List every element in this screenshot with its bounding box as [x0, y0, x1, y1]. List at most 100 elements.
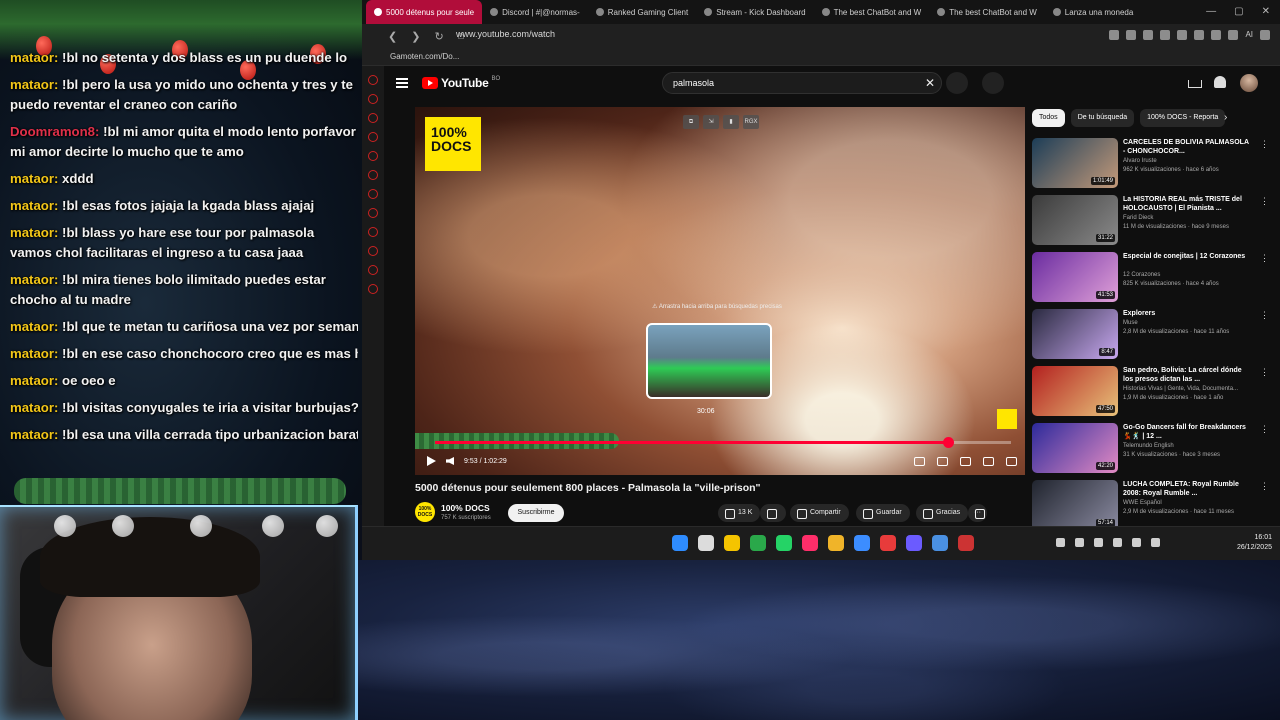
- sidebar-app-icon[interactable]: [368, 208, 378, 218]
- bookmark-item[interactable]: Gamoten.com/Do...: [390, 52, 459, 61]
- like-button[interactable]: 13 K: [718, 504, 761, 522]
- extension-icon[interactable]: [1194, 30, 1205, 40]
- recommended-video[interactable]: 42:20 Go-Go Dancers fall for Breakdancers…: [1032, 423, 1272, 480]
- subtitles-icon[interactable]: [937, 456, 948, 466]
- microphone-icon[interactable]: [982, 72, 1004, 94]
- thanks-button[interactable]: Gracias: [916, 504, 969, 522]
- speaker-icon[interactable]: [1151, 538, 1160, 547]
- more-options-icon[interactable]: ⋮: [1260, 367, 1269, 378]
- taskbar-app-icon[interactable]: [750, 535, 766, 551]
- volume-icon[interactable]: [446, 457, 454, 465]
- browser-tab[interactable]: Ranked Gaming Client: [588, 0, 696, 24]
- taskbar-app-icon[interactable]: [724, 535, 740, 551]
- theater-mode-icon[interactable]: [983, 456, 994, 466]
- share-button[interactable]: Compartir: [790, 504, 849, 522]
- taskbar-app-icon[interactable]: [776, 535, 792, 551]
- profile-icon[interactable]: [1228, 30, 1239, 40]
- sidebar-app-icon[interactable]: [368, 170, 378, 180]
- taskbar-app-icon[interactable]: [854, 535, 870, 551]
- player-tool-button[interactable]: ▮: [723, 115, 739, 129]
- video-thumbnail[interactable]: 1:01:49: [1032, 138, 1118, 188]
- browser-tab[interactable]: 5000 détenus pour seule: [366, 0, 483, 24]
- account-avatar[interactable]: [1240, 74, 1258, 92]
- recommended-video[interactable]: 41:53 Especial de conejitas | 12 Corazone…: [1032, 252, 1272, 309]
- recommended-video[interactable]: 8:47 Explorers Muse 2,8 M de visualizacione…: [1032, 309, 1272, 366]
- keyboard-icon[interactable]: [1094, 538, 1103, 547]
- taskbar-app-icon[interactable]: [906, 535, 922, 551]
- recommended-video[interactable]: 57:14 LUCHA COMPLETA: Royal Rumble 2008: …: [1032, 480, 1272, 526]
- back-icon[interactable]: ❮: [388, 30, 397, 43]
- recommended-channel[interactable]: Historias Vivas | Gente, Vida, Documenta…: [1123, 386, 1238, 392]
- taskbar-app-icon[interactable]: [698, 535, 714, 551]
- minimize-icon[interactable]: —: [1206, 6, 1216, 17]
- search-input[interactable]: palmasola ✕: [662, 72, 942, 94]
- create-upload-icon[interactable]: [1188, 80, 1202, 88]
- sidebar-app-icon[interactable]: [368, 75, 378, 85]
- search-icon[interactable]: [946, 72, 968, 94]
- recommended-title[interactable]: Especial de conejitas | 12 Corazones: [1123, 252, 1251, 261]
- scrubber-handle[interactable]: [942, 437, 954, 448]
- play-icon[interactable]: [427, 456, 436, 466]
- browser-tab[interactable]: The best ChatBot and W: [814, 0, 930, 24]
- fullscreen-icon[interactable]: [1006, 456, 1017, 466]
- progress-bar[interactable]: [435, 437, 1011, 448]
- more-options-icon[interactable]: ⋮: [1260, 310, 1269, 321]
- video-thumbnail[interactable]: 8:47: [1032, 309, 1118, 359]
- recommended-channel[interactable]: Telemundo English: [1123, 443, 1174, 449]
- dislike-button[interactable]: [760, 504, 786, 522]
- recommended-channel[interactable]: 12 Corazones: [1123, 272, 1160, 278]
- ai-button[interactable]: AI: [1245, 30, 1253, 40]
- sidebar-app-icon[interactable]: [368, 284, 378, 294]
- reload-icon[interactable]: ↻: [434, 30, 443, 43]
- filter-chip[interactable]: Todos: [1032, 109, 1065, 127]
- system-clock[interactable]: 16:01 26/12/2025: [1237, 533, 1272, 553]
- player-tool-button[interactable]: ⇲: [703, 115, 719, 129]
- recommended-video[interactable]: 1:01:49 CARCELES DE BOLIVIA PALMASOLA - C…: [1032, 138, 1272, 195]
- sidebar-app-icon[interactable]: [368, 189, 378, 199]
- video-thumbnail[interactable]: 31:22: [1032, 195, 1118, 245]
- player-tool-button[interactable]: RGX: [743, 115, 759, 129]
- recommended-title[interactable]: Explorers: [1123, 309, 1251, 318]
- taskbar-app-icon[interactable]: [672, 535, 688, 551]
- recommended-video[interactable]: 47:50 San pedro, Bolivia: La cárcel dónde…: [1032, 366, 1272, 423]
- recommended-channel[interactable]: WWE Español: [1123, 500, 1162, 506]
- filter-chip[interactable]: 100% DOCS - Reporta: [1140, 109, 1226, 127]
- maximize-icon[interactable]: ▢: [1234, 6, 1243, 17]
- channel-name[interactable]: 100% DOCS: [441, 503, 490, 513]
- wifi-icon[interactable]: [1075, 538, 1084, 547]
- hamburger-menu-icon[interactable]: [396, 78, 408, 88]
- sidebar-app-icon[interactable]: [368, 94, 378, 104]
- recommended-title[interactable]: La HISTORIA REAL más TRISTE del HOLOCAUS…: [1123, 195, 1251, 213]
- notifications-bell-icon[interactable]: [1214, 76, 1226, 88]
- video-thumbnail[interactable]: 42:20: [1032, 423, 1118, 473]
- recommended-channel[interactable]: Alvaro Iruste: [1123, 158, 1157, 164]
- more-options-icon[interactable]: ⋮: [1260, 424, 1269, 435]
- sidebar-app-icon[interactable]: [368, 113, 378, 123]
- taskbar-app-icon[interactable]: [828, 535, 844, 551]
- browser-tab[interactable]: Stream - Kick Dashboard: [696, 0, 813, 24]
- branding-watermark[interactable]: [997, 409, 1017, 429]
- recommended-title[interactable]: CARCELES DE BOLIVIA PALMASOLA - CHONCHOC…: [1123, 138, 1251, 156]
- video-thumbnail[interactable]: 57:14: [1032, 480, 1118, 526]
- browser-tab[interactable]: Lanza una moneda: [1045, 0, 1142, 24]
- recommended-title[interactable]: Go-Go Dancers fall for Breakdancers 💃🕺 |…: [1123, 423, 1251, 441]
- extension-icon[interactable]: [1177, 30, 1188, 40]
- forward-icon[interactable]: ❯: [411, 30, 420, 43]
- youtube-logo[interactable]: YouTube BO: [422, 76, 500, 90]
- clear-search-icon[interactable]: ✕: [925, 76, 935, 90]
- recommended-channel[interactable]: Farid Dieck: [1123, 215, 1153, 221]
- browser-tab[interactable]: Discord | #|@normas-: [482, 0, 588, 24]
- player-tool-button[interactable]: ⧉: [683, 115, 699, 129]
- extension-icon[interactable]: [1160, 30, 1171, 40]
- address-bar[interactable]: www.youtube.com/watch: [456, 29, 555, 39]
- save-button[interactable]: Guardar: [856, 504, 910, 522]
- more-options-icon[interactable]: ⋮: [1260, 481, 1269, 492]
- video-player[interactable]: 100% DOCS ⧉ ⇲ ▮ RGX ⚠ Arrastra hacia arriba…: [415, 107, 1025, 475]
- close-icon[interactable]: ✕: [1262, 6, 1270, 17]
- more-options-icon[interactable]: ⋮: [1260, 196, 1269, 207]
- sidebar-app-icon[interactable]: [368, 246, 378, 256]
- sidebar-app-icon[interactable]: [368, 265, 378, 275]
- extension-icon[interactable]: [1143, 30, 1154, 40]
- filter-chip[interactable]: De tu búsqueda: [1070, 109, 1135, 127]
- display-icon[interactable]: [1113, 538, 1122, 547]
